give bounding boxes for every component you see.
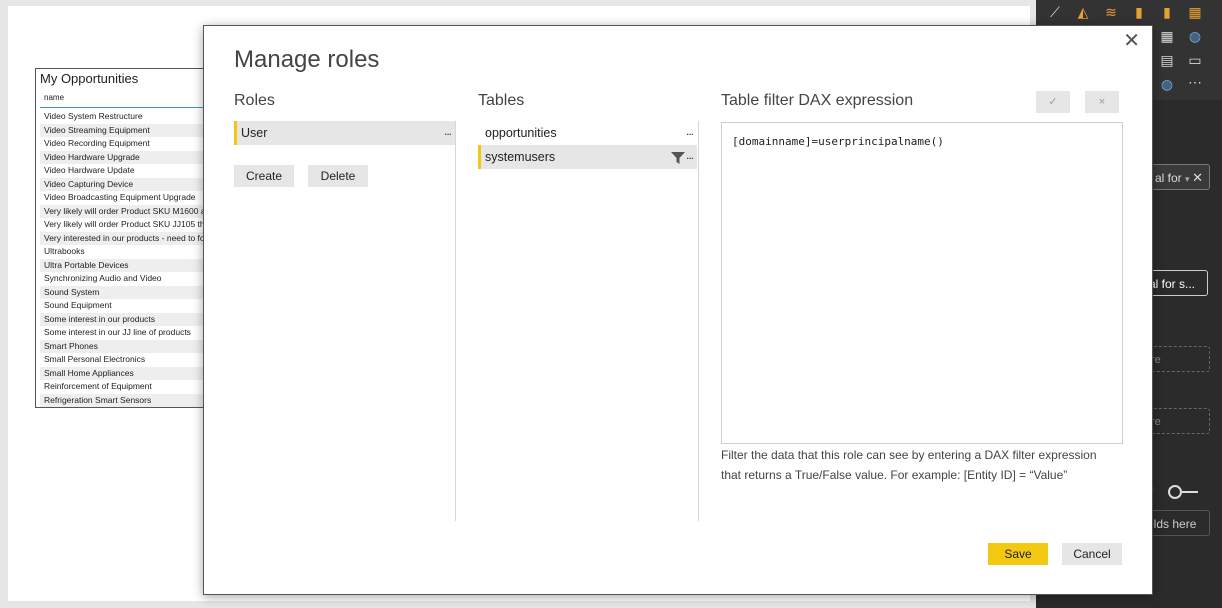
table-more-icon[interactable]: ... [686, 143, 694, 167]
table-row[interactable]: Video Streaming Equipment [40, 123, 226, 137]
stacked-area-chart-icon[interactable]: ≋ [1102, 4, 1120, 20]
table-rows: Video System Restructure Video Streaming … [40, 110, 226, 407]
filter-pill-text: al for [1155, 171, 1182, 185]
table-row[interactable]: Very likely will order Product SKU JJ105… [40, 218, 226, 232]
save-button[interactable]: Save [988, 543, 1048, 565]
table-row[interactable]: Smart Phones [40, 339, 226, 353]
tables-list: opportunities ... systemusers ... [478, 121, 697, 169]
table-row[interactable]: Video System Restructure [40, 110, 226, 124]
table-row[interactable]: Ultrabooks [40, 245, 226, 259]
filter-icon [671, 149, 685, 173]
close-icon[interactable]: ✕ [1123, 30, 1140, 52]
dax-expression-text: [domainname]=userprincipalname() [732, 135, 944, 148]
table-row[interactable]: Video Recording Equipment [40, 137, 226, 151]
table-row[interactable]: Video Hardware Update [40, 164, 226, 178]
table-row[interactable]: Sound Equipment [40, 299, 226, 313]
table-row[interactable]: Sound System [40, 285, 226, 299]
line-stacked-column-icon[interactable]: ▮ [1158, 4, 1176, 20]
table-label: opportunities [485, 126, 557, 140]
role-more-icon[interactable]: ... [444, 119, 452, 143]
table-item-opportunities[interactable]: opportunities ... [478, 121, 697, 145]
table-item-systemusers[interactable]: systemusers ... [478, 145, 697, 169]
table-row[interactable]: Very likely will order Product SKU M1600… [40, 204, 226, 218]
table-more-icon[interactable]: ... [686, 119, 694, 143]
table-row[interactable]: Small Home Appliances [40, 366, 226, 380]
roles-divider [455, 121, 456, 521]
image-icon[interactable]: ▭ [1186, 52, 1204, 68]
x-icon[interactable]: × [1085, 91, 1119, 113]
dialog-title: Manage roles [234, 46, 380, 73]
cancel-button[interactable]: Cancel [1062, 543, 1122, 565]
more-visuals-icon[interactable]: ⋯ [1186, 74, 1204, 90]
roles-list: User ... [234, 121, 455, 145]
role-label: User [241, 126, 268, 140]
checkmark-icon[interactable]: ✓ [1036, 91, 1070, 113]
remove-filter-icon[interactable]: ✕ [1192, 165, 1203, 191]
delete-role-button[interactable]: Delete [308, 165, 368, 187]
table-row[interactable]: Reinforcement of Equipment [40, 380, 226, 394]
table-row[interactable]: Synchronizing Audio and Video [40, 272, 226, 286]
dax-help-text: Filter the data that this role can see b… [721, 448, 1097, 482]
table-label: systemusers [485, 150, 556, 164]
area-chart-icon[interactable]: ◭ [1074, 4, 1092, 20]
tables-heading: Tables [478, 92, 525, 109]
line-chart-icon[interactable]: ⟋ [1046, 4, 1064, 20]
column-header-name[interactable]: name [44, 93, 64, 102]
multi-row-card-icon[interactable]: ▤ [1158, 52, 1176, 68]
table-row[interactable]: Refrigeration Smart Sensors [40, 393, 226, 407]
dax-heading: Table filter DAX expression [721, 92, 914, 109]
roles-heading: Roles [234, 92, 275, 109]
header-underline [40, 107, 226, 108]
ribbon-chart-icon[interactable]: ▦ [1186, 4, 1204, 20]
visual-title: My Opportunities [40, 71, 139, 86]
table-row[interactable]: Some interest in our products [40, 312, 226, 326]
tables-divider [698, 121, 699, 521]
dax-expression-editor[interactable]: [domainname]=userprincipalname() [721, 122, 1123, 444]
table-row[interactable]: Some interest in our JJ line of products [40, 326, 226, 340]
table-row[interactable]: Small Personal Electronics [40, 353, 226, 367]
opportunities-table-visual[interactable]: My Opportunities name Video System Restr… [35, 68, 227, 408]
table-row[interactable]: Video Capturing Device [40, 177, 226, 191]
table-icon[interactable]: ▦ [1158, 28, 1176, 44]
toggle-switch[interactable] [1168, 485, 1198, 499]
create-role-button[interactable]: Create [234, 165, 294, 187]
table-row[interactable]: Very interested in our products - need t… [40, 231, 226, 245]
table-row[interactable]: Video Hardware Upgrade [40, 150, 226, 164]
table-row[interactable]: Video Broadcasting Equipment Upgrade [40, 191, 226, 205]
globe-icon[interactable]: ◍ [1186, 28, 1204, 44]
manage-roles-dialog: ✕ Manage roles Roles Tables Table filter… [203, 25, 1153, 595]
table-row[interactable]: Ultra Portable Devices [40, 258, 226, 272]
arcgis-map-icon[interactable]: ◍ [1158, 76, 1176, 92]
line-column-chart-icon[interactable]: ▮ [1130, 4, 1148, 20]
role-item-user[interactable]: User ... [234, 121, 455, 145]
